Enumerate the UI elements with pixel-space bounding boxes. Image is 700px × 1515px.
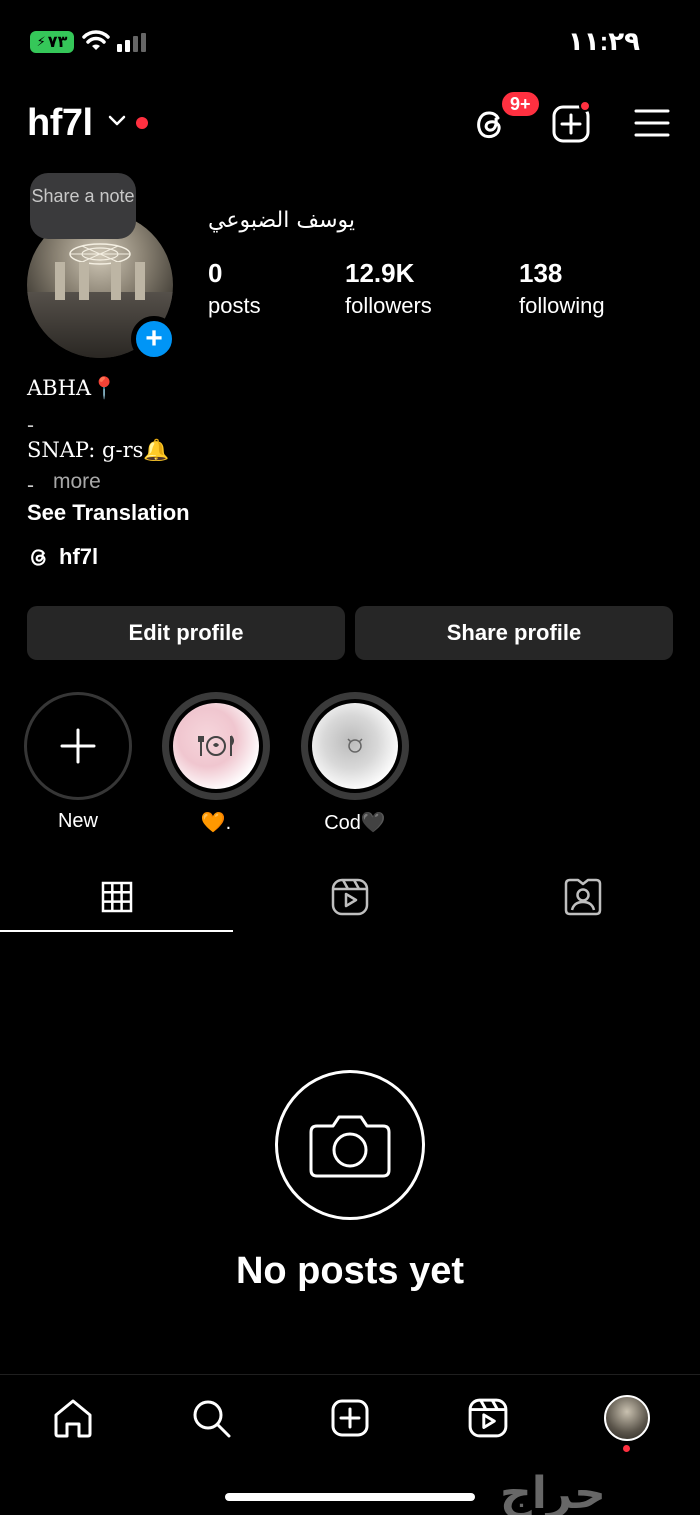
tab-reels[interactable] xyxy=(233,864,466,930)
wifi-icon xyxy=(82,30,110,50)
threads-profile-link[interactable]: hf7l xyxy=(27,544,98,570)
reels-icon xyxy=(468,1398,508,1438)
posts-label: posts xyxy=(208,293,261,318)
bio-separator: - xyxy=(27,414,34,437)
account-username[interactable]: hf7l xyxy=(27,102,93,145)
threads-handle: hf7l xyxy=(59,544,99,569)
highlight-label: Cod🖤 xyxy=(324,812,386,834)
menu-icon[interactable] xyxy=(634,108,670,138)
bio-location: ABHA📍 xyxy=(27,376,118,400)
nav-create[interactable] xyxy=(327,1395,373,1441)
create-icon xyxy=(331,1399,369,1437)
following-label: following xyxy=(519,293,605,318)
profile-notification-dot xyxy=(623,1445,630,1452)
account-notification-dot xyxy=(136,117,148,129)
posts-stat: 0 posts xyxy=(208,258,261,319)
add-story-button[interactable]: + xyxy=(131,316,177,362)
status-time: ١١:٢٩ xyxy=(567,26,640,56)
chevron-down-icon[interactable] xyxy=(107,114,127,128)
following-count: 138 xyxy=(519,258,563,288)
followers-count: 12.9K xyxy=(345,258,415,288)
profile-tabs xyxy=(0,864,700,932)
bio-snapchat: SNAP: g-rs🔔 xyxy=(27,438,170,462)
tab-tagged[interactable] xyxy=(466,864,699,930)
smoke-icon xyxy=(347,738,363,753)
posts-count: 0 xyxy=(208,258,223,288)
tagged-icon xyxy=(564,878,601,916)
share-profile-button[interactable]: Share profile xyxy=(355,606,673,660)
see-translation-link[interactable]: See Translation xyxy=(27,500,190,526)
followers-stat[interactable]: 12.9K followers xyxy=(345,258,432,319)
highlight-new[interactable]: New xyxy=(24,692,132,833)
bio-more-link[interactable]: more xyxy=(53,470,101,494)
profile-header: hf7l 9+ xyxy=(0,89,700,156)
bio-separator: - xyxy=(27,474,34,497)
nav-reels[interactable] xyxy=(465,1395,511,1441)
grid-icon xyxy=(101,881,132,913)
highlight-label: New xyxy=(57,810,98,832)
tab-grid[interactable] xyxy=(0,864,233,930)
followers-label: followers xyxy=(345,293,432,318)
nav-home[interactable] xyxy=(50,1395,96,1441)
new-highlight-circle[interactable] xyxy=(24,692,132,800)
home-icon xyxy=(54,1399,92,1438)
status-bar: ⚡ ٧٣ ١١:٢٩ xyxy=(0,0,700,80)
battery-level: ٧٣ xyxy=(47,34,68,51)
display-name: يوسف الضبوعي xyxy=(208,208,356,233)
dining-icon xyxy=(198,735,234,756)
charging-icon: ⚡ xyxy=(36,34,46,49)
edit-profile-button[interactable]: Edit profile xyxy=(27,606,345,660)
search-icon xyxy=(193,1400,231,1438)
signal-icon xyxy=(117,33,146,52)
nav-profile[interactable] xyxy=(604,1395,650,1441)
highlight-cover[interactable] xyxy=(301,692,409,800)
create-notification-dot xyxy=(579,100,591,112)
threads-notification-badge: 9+ xyxy=(499,89,542,119)
reels-icon xyxy=(331,878,368,916)
empty-posts-camera xyxy=(275,1070,425,1220)
home-indicator[interactable] xyxy=(225,1493,475,1501)
camera-icon xyxy=(309,1115,391,1178)
plus-icon xyxy=(60,728,96,764)
highlight-item[interactable]: 🧡. xyxy=(162,692,270,835)
empty-state-title: No posts yet xyxy=(235,1250,465,1292)
watermark: حراج xyxy=(500,1468,606,1515)
highlight-cover[interactable] xyxy=(162,692,270,800)
profile-avatar-thumbnail xyxy=(604,1395,650,1441)
following-stat[interactable]: 138 following xyxy=(519,258,605,319)
active-tab-indicator xyxy=(0,930,233,932)
nav-search[interactable] xyxy=(188,1395,234,1441)
threads-icon xyxy=(31,549,46,566)
battery-indicator: ⚡ ٧٣ xyxy=(30,31,74,53)
highlight-label: 🧡. xyxy=(200,812,232,834)
share-note-bubble[interactable]: Share a note xyxy=(30,173,136,239)
highlight-item[interactable]: Cod🖤 xyxy=(301,692,409,835)
